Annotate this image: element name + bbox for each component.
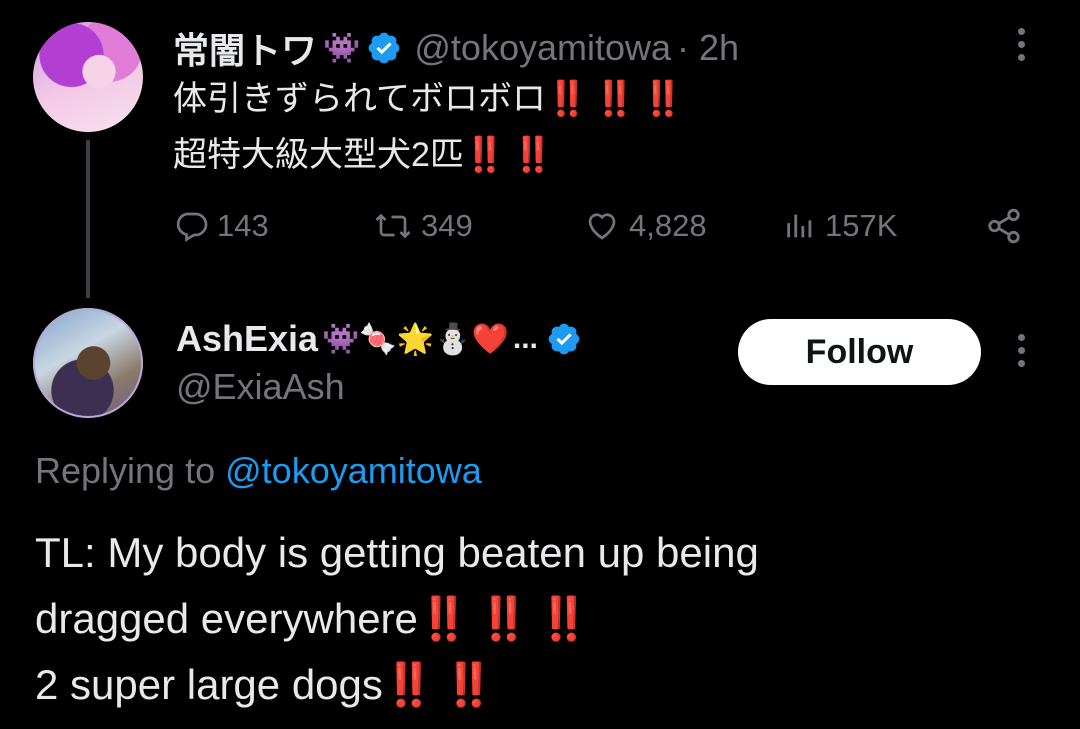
share-icon <box>988 208 1020 244</box>
replying-to: Replying to @tokoyamitowa <box>35 450 482 492</box>
more-options-icon[interactable] <box>1018 28 1025 67</box>
avatar-ring <box>33 308 143 418</box>
double-exclamation-emoji: ‼️ ‼️ <box>463 136 554 174</box>
double-exclamation-emoji: ‼️ ‼️ <box>382 661 495 708</box>
views-bar-chart-icon <box>787 214 812 238</box>
avatar-tokoyamitowa[interactable] <box>33 22 143 132</box>
reply-text-line3: 2 super large dogs‼️ ‼️ <box>35 661 495 708</box>
retweet-count: 349 <box>421 208 473 243</box>
tweet-text-line1: 体引きずられてボロボロ‼️ ‼️ ‼️ <box>173 80 684 118</box>
verified-badge-icon <box>548 323 580 355</box>
reply-count: 143 <box>217 208 269 243</box>
follow-button[interactable]: Follow <box>738 319 981 385</box>
tweet-header: 常闇トワ 👾 @tokoyamitowa · 2h <box>173 22 739 74</box>
reply-button[interactable]: 143 <box>173 208 269 244</box>
reply-icon <box>176 212 208 242</box>
views-button[interactable]: 157K <box>783 208 897 244</box>
reply-more-options-icon[interactable] <box>1018 334 1025 373</box>
share-button[interactable] <box>984 207 1024 250</box>
replying-to-handle-link[interactable]: @tokoyamitowa <box>225 450 482 491</box>
double-exclamation-emoji: ‼️ ‼️ ‼️ <box>417 595 590 642</box>
verified-badge-icon <box>369 32 400 64</box>
reply-handle[interactable]: @ExiaAsh <box>176 366 345 408</box>
double-exclamation-emoji: ‼️ ‼️ ‼️ <box>545 80 684 118</box>
thread-connector-line <box>86 140 90 298</box>
view-count: 157K <box>825 208 898 243</box>
reply-display-name[interactable]: AshExia <box>176 318 318 360</box>
retweet-icon <box>375 213 411 239</box>
like-button[interactable]: 4,828 <box>583 208 707 244</box>
reply-text-line2: dragged everywhere‼️ ‼️ ‼️ <box>35 595 590 642</box>
retweet-button[interactable]: 349 <box>373 208 473 244</box>
name-emoji: 👾 <box>323 31 361 65</box>
reply-text-line1: TL: My body is getting beaten up being <box>35 529 759 576</box>
name-ellipsis: ... <box>512 322 538 355</box>
tweet-text-line2: 超特大級大型犬2匹‼️ ‼️ <box>173 136 554 174</box>
replying-to-label: Replying to <box>35 450 216 491</box>
handle[interactable]: @tokoyamitowa <box>414 27 671 69</box>
like-count: 4,828 <box>629 208 707 243</box>
reply-header: AshExia 👾🍬🌟⛄❤️ ... <box>176 318 582 360</box>
display-name[interactable]: 常闇トワ <box>173 22 317 74</box>
timestamp[interactable]: · 2h <box>677 27 739 69</box>
heart-icon <box>588 213 616 240</box>
name-emojis: 👾🍬🌟⛄❤️ <box>322 322 509 356</box>
